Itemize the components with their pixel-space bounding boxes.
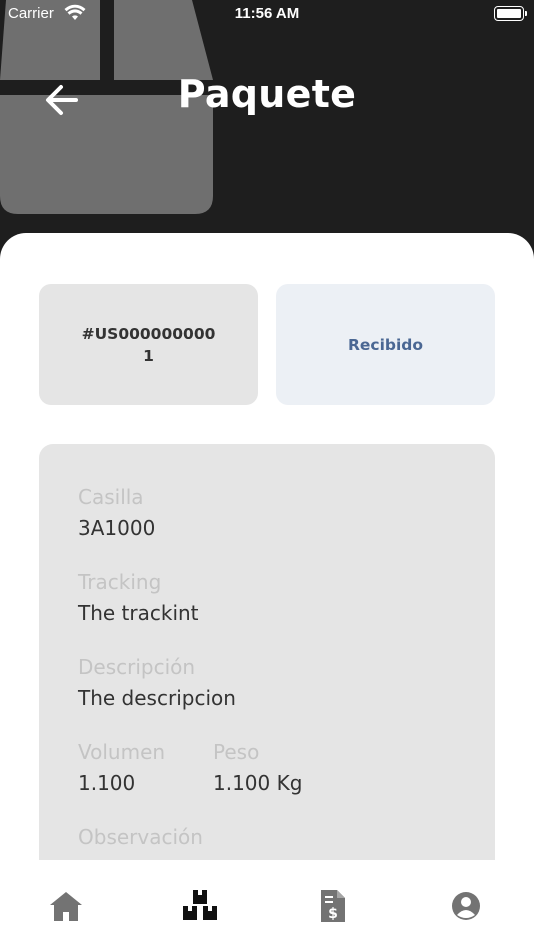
status-label: Recibido: [347, 335, 424, 354]
casilla-label: Casilla: [78, 485, 144, 509]
home-icon: [50, 892, 82, 921]
tracking-value: The trackint: [78, 601, 199, 625]
profile-icon: [452, 892, 480, 920]
descripcion-label: Descripción: [78, 655, 196, 679]
details-card: Casilla 3A1000 Tracking The trackint Des…: [39, 444, 495, 904]
volumen-label: Volumen: [78, 740, 166, 764]
packages-icon: [183, 890, 217, 920]
nav-profile[interactable]: [446, 886, 486, 926]
nav-invoices[interactable]: $: [313, 886, 353, 926]
tracking-label: Tracking: [78, 570, 162, 594]
battery-icon: [494, 6, 527, 21]
field-casilla: Casilla 3A1000: [78, 484, 155, 542]
field-descripcion: Descripción The descripcion: [78, 654, 236, 712]
page-title: Paquete: [177, 72, 357, 116]
battery-level: [497, 9, 521, 18]
status-bar: Carrier 11:56 AM: [0, 0, 534, 28]
field-observacion: Observación: [78, 824, 203, 850]
package-id-badge: #US0000000001: [39, 284, 258, 405]
field-tracking: Tracking The trackint: [78, 569, 199, 627]
content-sheet: #US0000000001 Recibido Casilla 3A1000 Tr…: [0, 233, 534, 950]
status-badge: Recibido: [276, 284, 495, 405]
svg-text:$: $: [328, 906, 338, 922]
field-peso: Peso 1.100 Kg: [213, 739, 302, 797]
peso-value: 1.100 Kg: [213, 771, 303, 795]
clock: 11:56 AM: [234, 5, 300, 22]
nav-home[interactable]: [46, 886, 86, 926]
nav-packages[interactable]: [180, 886, 220, 926]
descripcion-value: The descripcion: [78, 686, 236, 710]
volumen-value: 1.100: [78, 771, 136, 795]
observacion-label: Observación: [78, 825, 203, 849]
casilla-value: 3A1000: [78, 516, 156, 540]
invoice-icon: $: [321, 890, 345, 922]
bottom-nav: $: [0, 860, 534, 950]
peso-label: Peso: [213, 740, 260, 764]
field-volumen: Volumen 1.100: [78, 739, 165, 797]
package-id: #US0000000001: [81, 324, 216, 365]
